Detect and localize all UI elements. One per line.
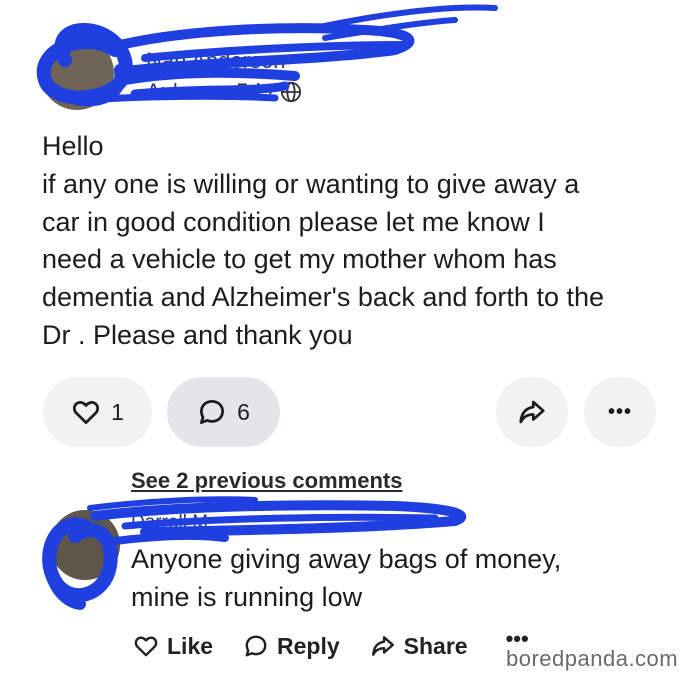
watermark: boredpanda.com — [506, 646, 679, 671]
comment-reply-button[interactable]: Reply — [243, 633, 340, 660]
share-arrow-icon — [371, 636, 394, 656]
more-dots-icon: ••• — [607, 400, 632, 423]
comment-reply-label: Reply — [277, 632, 340, 659]
comment-like-button[interactable]: Like — [133, 633, 213, 660]
comment-like-label: Like — [167, 632, 214, 659]
see-previous-comments-link[interactable]: See 2 previous comments — [131, 468, 402, 494]
comment-bubble-icon — [200, 400, 225, 424]
commenter-avatar[interactable] — [50, 510, 120, 580]
comment-count: 6 — [237, 398, 250, 425]
comment-share-button[interactable]: Share — [370, 633, 468, 660]
like-count: 1 — [111, 398, 124, 425]
post-location: Auburn — [146, 79, 217, 104]
commenter-name[interactable]: Darrell M — [131, 512, 208, 534]
comment-button[interactable]: 6 — [167, 377, 280, 447]
post-header: Nan Anderson Auburn · 5d · — [40, 30, 420, 110]
post-age[interactable]: 5d — [236, 79, 260, 105]
share-arrow-icon — [519, 400, 545, 424]
comment-share-label: Share — [403, 632, 468, 659]
globe-icon — [281, 81, 302, 103]
comment-actions: Like Reply Share ••• — [133, 626, 529, 664]
post-body: Hello if any one is willing or wanting t… — [42, 131, 604, 350]
author-avatar[interactable] — [40, 36, 114, 110]
share-button[interactable] — [496, 377, 568, 447]
comment-text: Anyone giving away bags of money, mine i… — [131, 544, 562, 612]
post-meta: Auburn · 5d · — [146, 78, 302, 106]
more-options-button[interactable]: ••• — [584, 377, 656, 447]
heart-icon — [134, 636, 158, 657]
comment-bubble-icon — [245, 635, 267, 657]
author-name[interactable]: Nan Anderson — [146, 48, 285, 74]
heart-icon — [73, 401, 100, 424]
meta-separator: · — [222, 79, 231, 104]
meta-separator: · — [266, 79, 275, 104]
like-button[interactable]: 1 — [43, 377, 152, 447]
